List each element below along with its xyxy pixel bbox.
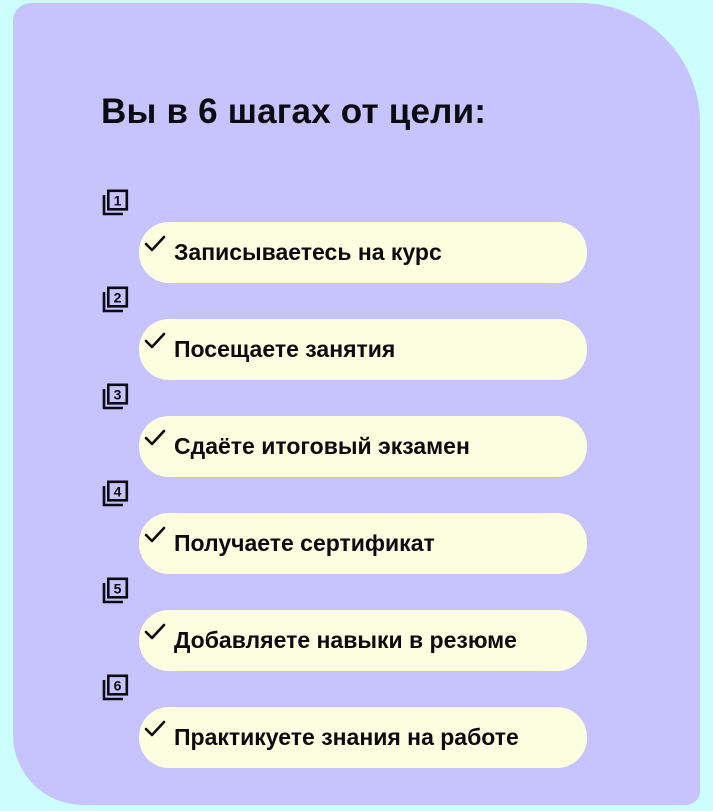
step-pill: Посещаете занятия xyxy=(139,319,587,380)
step-number: 4 xyxy=(114,484,122,500)
step-number: 1 xyxy=(114,193,122,209)
step-pill: Практикуете знания на работе xyxy=(139,707,587,768)
keycap-5-icon: 5 xyxy=(101,577,129,605)
step-pill: Записываетесь на курс xyxy=(139,222,587,283)
step-label: Добавляете навыки в резюме xyxy=(174,627,517,653)
keycap-4-icon: 4 xyxy=(101,480,129,508)
keycap-3-icon: 3 xyxy=(101,383,129,411)
checkmark-icon xyxy=(144,234,166,254)
step-label: Получаете сертификат xyxy=(174,530,435,556)
step-number: 6 xyxy=(114,678,122,694)
checkmark-icon xyxy=(144,428,166,448)
step-label: Записываетесь на курс xyxy=(174,239,442,265)
keycap-6-icon: 6 xyxy=(101,674,129,702)
checkmark-icon xyxy=(144,331,166,351)
step-number: 3 xyxy=(114,387,122,403)
step-pill: Получаете сертификат xyxy=(139,513,587,574)
step-pill: Добавляете навыки в резюме xyxy=(139,610,587,671)
keycap-2-icon: 2 xyxy=(101,286,129,314)
step-label: Сдаёте итоговый экзамен xyxy=(174,433,470,459)
step-label: Посещаете занятия xyxy=(174,336,396,362)
step-number: 5 xyxy=(114,581,122,597)
step-number: 2 xyxy=(114,290,122,306)
keycap-1-icon: 1 xyxy=(101,189,129,217)
step-label: Практикуете знания на работе xyxy=(174,724,519,750)
step-pill: Сдаёте итоговый экзамен xyxy=(139,416,587,477)
page-title: Вы в 6 шагах от цели: xyxy=(101,92,487,131)
checkmark-icon xyxy=(144,719,166,739)
checkmark-icon xyxy=(144,622,166,642)
checkmark-icon xyxy=(144,525,166,545)
